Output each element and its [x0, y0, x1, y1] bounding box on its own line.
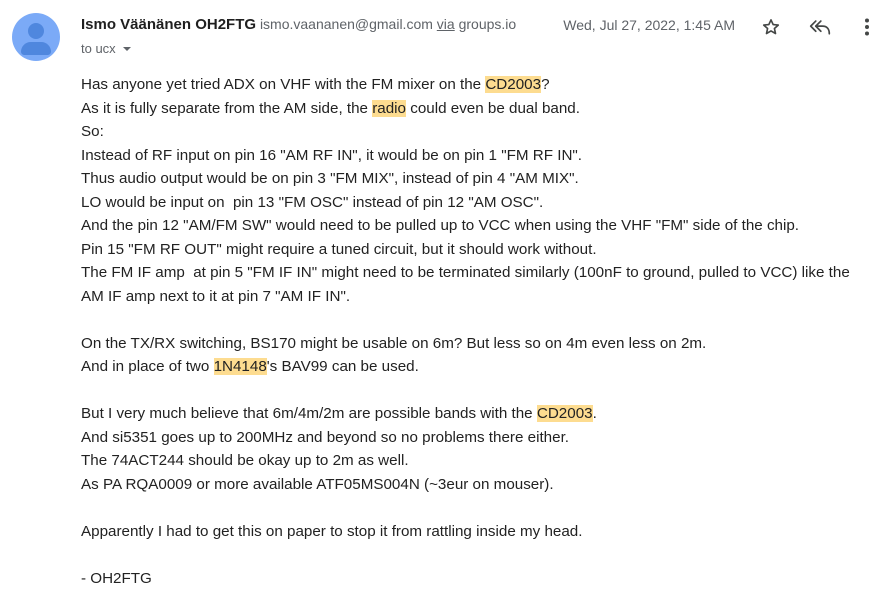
body-line: Instead of RF input on pin 16 "AM RF IN"…	[81, 146, 583, 164]
body-line: As PA RQA0009 or more available ATF05MS0…	[81, 475, 554, 493]
body-line: AM IF amp next to it at pin 7 "AM IF IN"…	[81, 287, 351, 305]
via-link[interactable]: via	[437, 16, 455, 32]
body-line: Thus audio output would be on pin 3 "FM …	[81, 170, 579, 187]
avatar-head	[28, 23, 44, 39]
body-line: But I very much believe that 6m/4m/2m ar…	[81, 405, 597, 422]
more-vert-icon	[865, 18, 869, 36]
body-line: And in place of two 1N4148's BAV99 can b…	[81, 358, 419, 375]
highlight: 1N4148	[213, 358, 267, 375]
highlight: radio	[372, 99, 406, 117]
body-line: The FM IF amp at pin 5 "FM IF IN" might …	[81, 264, 850, 281]
body-line: And si5351 goes up to 200MHz and beyond …	[81, 428, 570, 446]
star-button[interactable]	[759, 15, 783, 39]
body-line: LO would be input on pin 13 "FM OSC" ins…	[81, 193, 544, 211]
body-line: As it is fully separate from the AM side…	[81, 99, 580, 117]
chevron-down-icon[interactable]	[122, 46, 132, 52]
avatar-body	[21, 42, 51, 55]
signature: - OH2FTG	[81, 569, 152, 587]
message-date: Wed, Jul 27, 2022, 1:45 AM	[563, 17, 735, 33]
body-line: Pin 15 "FM RF OUT" might require a tuned…	[81, 240, 597, 258]
body-line: So:	[81, 123, 104, 140]
message-body: Has anyone yet tried ADX on VHF with the…	[81, 73, 881, 590]
highlight: CD2003	[536, 405, 593, 422]
sender-avatar[interactable]	[12, 13, 60, 61]
star-icon	[762, 19, 780, 35]
recipients-line[interactable]: to ucx	[81, 41, 132, 56]
body-line: And the pin 12 "AM/FM SW" would need to …	[81, 217, 800, 234]
sender-email: ismo.vaananen@gmail.com	[259, 16, 433, 32]
sender-line: Ismo Väänänen OH2FTG ismo.vaananen@gmail…	[81, 16, 516, 33]
body-line: Has anyone yet tried ADX on VHF with the…	[81, 76, 550, 93]
highlight: CD2003	[485, 76, 542, 93]
via-domain: groups.io	[458, 16, 517, 32]
body-line: On the TX/RX switching, BS170 might be u…	[81, 334, 707, 352]
reply-all-icon	[809, 20, 831, 35]
recipients-label: to ucx	[81, 41, 116, 56]
reply-all-button[interactable]	[808, 15, 832, 39]
sender-name[interactable]: Ismo Väänänen OH2FTG	[81, 16, 256, 33]
body-line: Apparently I had to get this on paper to…	[81, 522, 583, 540]
body-line: The 74ACT244 should be okay up to 2m as …	[81, 452, 409, 469]
more-options-button[interactable]	[855, 15, 879, 39]
